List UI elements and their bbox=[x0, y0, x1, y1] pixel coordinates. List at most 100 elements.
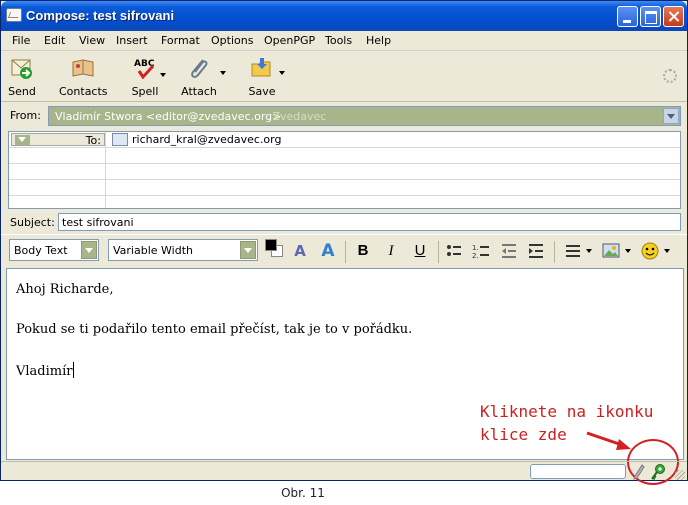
recipient-row-empty[interactable] bbox=[9, 148, 680, 164]
smaller-text-icon[interactable]: A bbox=[289, 240, 311, 262]
menu-view[interactable]: View bbox=[79, 34, 105, 47]
from-identity-select[interactable]: Vladimír Stwora <editor@zvedavec.org> - … bbox=[48, 106, 681, 126]
body-paragraph: Pokud se ti podařilo tento email přečíst… bbox=[16, 322, 413, 337]
main-toolbar: Send Contacts ABC Spell Attach Save bbox=[1, 52, 687, 102]
spell-dropdown-icon[interactable] bbox=[160, 73, 166, 77]
compose-icon bbox=[6, 8, 22, 22]
svg-text:1.: 1. bbox=[472, 244, 479, 252]
toolbar-separator bbox=[438, 241, 439, 263]
menu-format[interactable]: Format bbox=[161, 34, 200, 47]
toolbar-separator bbox=[554, 241, 555, 263]
annotation-line-1: Kliknete na ikonku bbox=[480, 402, 654, 421]
menu-options[interactable]: Options bbox=[211, 34, 253, 47]
body-signature: Vladimír bbox=[16, 362, 75, 379]
send-button[interactable]: Send bbox=[5, 54, 39, 100]
font-select[interactable]: Variable Width bbox=[108, 239, 258, 261]
recipients-list[interactable]: To: richard_kral@zvedavec.org bbox=[8, 131, 681, 209]
spellcheck-icon: ABC bbox=[134, 59, 155, 80]
recipient-row-empty[interactable] bbox=[9, 164, 680, 180]
subject-input[interactable]: test sifrovani bbox=[58, 213, 681, 231]
menu-insert[interactable]: Insert bbox=[116, 34, 148, 47]
smiley-icon[interactable] bbox=[639, 240, 661, 262]
close-button[interactable] bbox=[663, 6, 684, 27]
message-body-editor[interactable]: Ahoj Richarde, Pokud se ti podařilo tent… bbox=[6, 268, 684, 460]
italic-button[interactable]: I bbox=[380, 240, 402, 262]
text-caret bbox=[73, 362, 75, 378]
font-value: Variable Width bbox=[113, 244, 193, 257]
send-icon bbox=[11, 59, 32, 79]
subject-label: Subject: bbox=[10, 216, 55, 229]
numbered-list-icon[interactable]: 1. 2. bbox=[470, 240, 492, 262]
resize-grip-icon[interactable] bbox=[675, 470, 685, 480]
text-color-swatch[interactable] bbox=[265, 239, 277, 251]
menu-tools[interactable]: Tools bbox=[325, 34, 352, 47]
attach-label: Attach bbox=[181, 85, 217, 98]
address-book-icon bbox=[72, 59, 94, 77]
save-dropdown-icon[interactable] bbox=[279, 71, 285, 75]
body-greeting: Ahoj Richarde, bbox=[16, 282, 114, 297]
from-label: From: bbox=[10, 109, 41, 122]
bullet-list-icon[interactable] bbox=[443, 240, 465, 262]
recipient-type-empty bbox=[9, 148, 106, 163]
spell-label: Spell bbox=[131, 85, 159, 98]
save-label: Save bbox=[248, 85, 276, 98]
recipient-row-empty[interactable] bbox=[9, 180, 680, 196]
format-toolbar: Body Text Variable Width A A B I U 1. 2. bbox=[1, 234, 687, 268]
outdent-icon[interactable] bbox=[498, 240, 520, 262]
smiley-dropdown-icon[interactable] bbox=[664, 249, 670, 253]
annotation-arrow-icon bbox=[586, 431, 631, 450]
activity-throbber-icon bbox=[663, 69, 677, 83]
svg-text:2.: 2. bbox=[472, 252, 479, 260]
chevron-down-icon[interactable] bbox=[663, 108, 679, 124]
contact-card-icon bbox=[112, 133, 128, 146]
compose-window: Compose: test sifrovani File Edit View I… bbox=[0, 0, 688, 485]
annotation-line-2: klice zde bbox=[480, 425, 567, 444]
bold-button[interactable]: B bbox=[352, 240, 374, 262]
menu-bar: File Edit View Insert Format Options Ope… bbox=[1, 31, 687, 51]
recipient-row-empty[interactable] bbox=[9, 196, 680, 208]
indent-icon[interactable] bbox=[525, 240, 547, 262]
signing-pen-icon[interactable] bbox=[633, 464, 645, 480]
paragraph-style-value: Body Text bbox=[14, 244, 68, 257]
attach-button[interactable]: Attach bbox=[179, 54, 219, 100]
insert-image-icon[interactable] bbox=[600, 240, 622, 262]
attach-dropdown-icon[interactable] bbox=[220, 71, 226, 75]
figure-caption: Obr. 11 bbox=[281, 486, 325, 500]
subject-value: test sifrovani bbox=[62, 216, 134, 229]
recipient-type[interactable]: To: bbox=[9, 132, 106, 147]
recipient-address[interactable]: richard_kral@zvedavec.org bbox=[132, 133, 281, 146]
maximize-button[interactable] bbox=[640, 6, 661, 27]
recipient-type-empty bbox=[9, 196, 106, 208]
recipient-type-select[interactable]: To: bbox=[11, 133, 105, 147]
align-icon[interactable] bbox=[562, 240, 584, 262]
status-progress-field bbox=[530, 464, 626, 479]
menu-help[interactable]: Help bbox=[366, 34, 391, 47]
title-bar[interactable]: Compose: test sifrovani bbox=[1, 1, 687, 31]
save-button[interactable]: Save bbox=[245, 54, 279, 100]
window-title: Compose: test sifrovani bbox=[26, 8, 175, 23]
from-account: - Zvedavec bbox=[265, 110, 327, 123]
align-dropdown-icon[interactable] bbox=[586, 249, 592, 253]
recipient-type-label: To: bbox=[85, 134, 101, 147]
spell-button[interactable]: ABC Spell bbox=[127, 54, 166, 100]
minimize-button[interactable] bbox=[617, 6, 638, 27]
status-bar bbox=[1, 461, 687, 481]
contacts-button[interactable]: Contacts bbox=[59, 54, 108, 100]
menu-openpgp[interactable]: OpenPGP bbox=[264, 34, 315, 47]
larger-text-icon[interactable]: A bbox=[317, 240, 339, 262]
underline-button[interactable]: U bbox=[409, 240, 431, 262]
menu-edit[interactable]: Edit bbox=[44, 34, 65, 47]
send-label: Send bbox=[8, 85, 36, 98]
recipient-type-empty bbox=[9, 180, 106, 195]
menu-file[interactable]: File bbox=[12, 34, 30, 47]
paperclip-icon bbox=[191, 59, 208, 78]
insert-dropdown-icon[interactable] bbox=[625, 249, 631, 253]
chevron-down-icon[interactable] bbox=[240, 241, 256, 259]
paragraph-style-select[interactable]: Body Text bbox=[9, 239, 99, 261]
chevron-down-icon[interactable] bbox=[15, 135, 30, 145]
encryption-key-icon[interactable] bbox=[649, 463, 667, 481]
toolbar-separator bbox=[345, 241, 346, 263]
recipient-row[interactable]: To: richard_kral@zvedavec.org bbox=[9, 132, 680, 148]
from-identity: Vladimír Stwora <editor@zvedavec.org> bbox=[55, 110, 282, 123]
chevron-down-icon[interactable] bbox=[81, 241, 97, 259]
